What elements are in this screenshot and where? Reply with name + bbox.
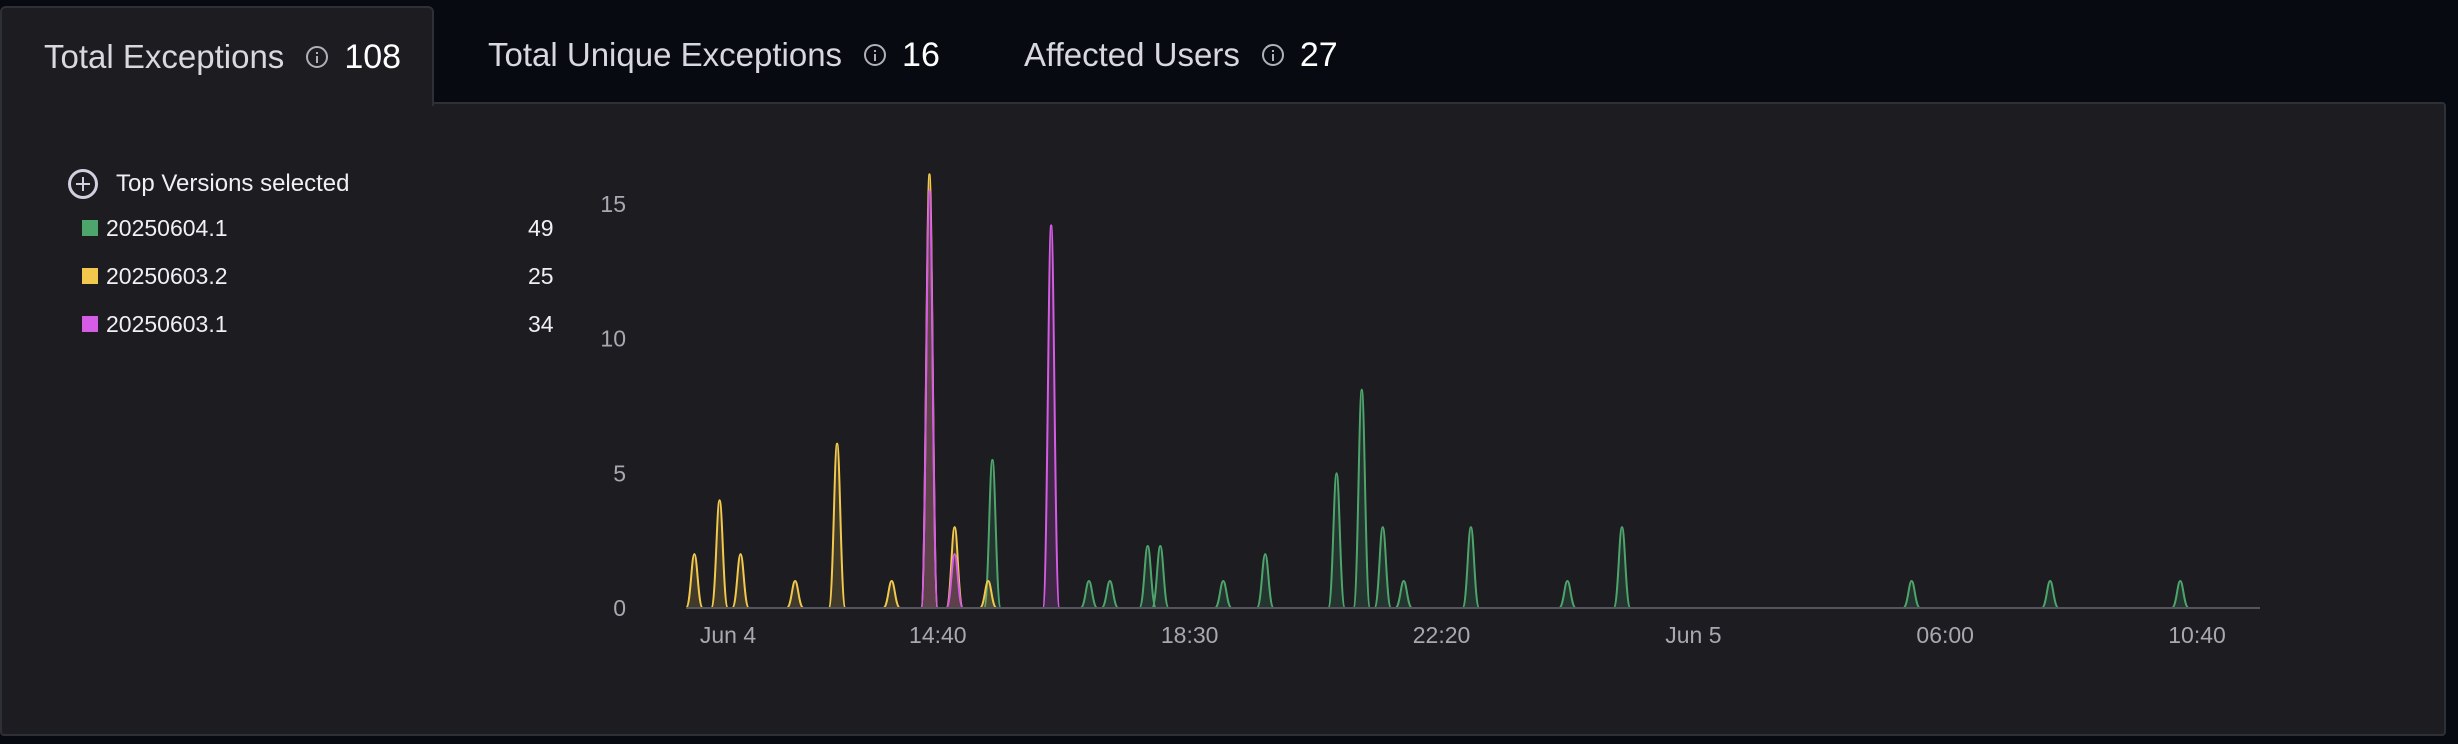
top-versions-selector[interactable]: Top Versions selected [68, 164, 568, 204]
metric-tabs: Total Exceptions 108 Total Unique Except… [0, 0, 2458, 106]
data-point-spike[interactable] [1558, 580, 1577, 609]
data-point-spike[interactable] [1255, 553, 1275, 609]
add-circle-icon[interactable] [68, 169, 98, 199]
tab-value: 16 [902, 35, 940, 74]
tab-total-unique-exceptions[interactable]: Total Unique Exceptions 16 [446, 6, 966, 104]
y-tick-label: 0 [613, 595, 626, 621]
data-point-spike[interactable] [920, 189, 939, 609]
data-point-spike[interactable] [685, 553, 704, 609]
data-point-spike[interactable] [1079, 580, 1098, 609]
data-point-spike[interactable] [1041, 224, 1061, 609]
data-point-spike[interactable] [2171, 580, 2190, 609]
tab-affected-users[interactable]: Affected Users 27 [982, 6, 1402, 104]
data-point-spike[interactable] [1100, 580, 1119, 609]
tab-value: 108 [344, 37, 402, 76]
tab-total-exceptions[interactable]: Total Exceptions 108 [0, 6, 434, 106]
legend-item-count: 49 [528, 214, 554, 241]
data-point-spike[interactable] [2041, 580, 2060, 609]
data-point-spike[interactable] [710, 499, 729, 609]
tab-value: 27 [1299, 35, 1338, 74]
legend-swatch [82, 220, 98, 236]
legend-swatch [82, 268, 98, 284]
y-tick-label: 5 [613, 460, 626, 486]
legend-item-count: 25 [528, 262, 554, 289]
exceptions-area-chart: 0 5 10 15 Jun 4 14:40 18:30 22:20 Jun 5 06:00 10:… [600, 173, 2260, 648]
x-tick-label: 14:40 [909, 622, 967, 648]
legend-item-name: 20250603.1 [106, 310, 228, 337]
data-point-spike[interactable] [1612, 526, 1632, 609]
x-tick-label: 22:20 [1413, 622, 1471, 648]
version-legend: Top Versions selected 20250604.1 49 2025… [68, 164, 568, 348]
data-point-spike[interactable] [1902, 580, 1921, 609]
tab-label: Total Unique Exceptions [488, 36, 843, 73]
data-point-spike[interactable] [1214, 580, 1233, 609]
legend-item[interactable]: 20250604.1 49 [68, 204, 568, 252]
data-point-spike[interactable] [1352, 388, 1372, 609]
info-icon[interactable] [864, 44, 887, 66]
data-point-spike[interactable] [945, 553, 965, 609]
legend-item-count: 34 [528, 310, 554, 337]
series-20250604.1 [983, 388, 2190, 609]
y-axis: 0 5 10 15 [600, 191, 626, 621]
y-tick-label: 15 [600, 191, 626, 217]
data-point-spike[interactable] [1461, 526, 1481, 609]
series-layer [685, 173, 2190, 609]
x-tick-label: 06:00 [1916, 622, 1974, 648]
x-tick-label: Jun 5 [1665, 622, 1721, 648]
legend-heading: Top Versions selected [116, 170, 350, 197]
tab-label: Total Exceptions [44, 38, 285, 75]
legend-item-name: 20250604.1 [106, 214, 228, 241]
data-point-spike[interactable] [731, 553, 750, 609]
data-point-spike[interactable] [1150, 545, 1170, 609]
data-point-spike[interactable] [1327, 472, 1346, 609]
data-point-spike[interactable] [1394, 580, 1413, 609]
x-tick-label: 18:30 [1161, 622, 1219, 648]
legend-item-name: 20250603.2 [106, 262, 228, 289]
data-point-spike[interactable] [786, 580, 805, 609]
x-tick-label: 10:40 [2168, 622, 2226, 648]
data-point-spike[interactable] [1138, 545, 1158, 609]
info-icon[interactable] [1261, 44, 1284, 66]
data-point-spike[interactable] [882, 580, 901, 609]
y-tick-label: 10 [600, 326, 626, 352]
data-point-spike[interactable] [827, 442, 847, 609]
x-axis: Jun 4 14:40 18:30 22:20 Jun 5 06:00 10:40 [700, 622, 2226, 648]
series-20250603.2 [685, 173, 998, 609]
tab-label: Affected Users [1024, 36, 1240, 73]
data-point-spike[interactable] [1373, 526, 1393, 609]
legend-item[interactable]: 20250603.1 34 [68, 300, 568, 348]
info-icon[interactable] [306, 46, 329, 68]
legend-swatch [82, 316, 98, 332]
x-tick-label: Jun 4 [700, 622, 756, 648]
legend-item[interactable]: 20250603.2 25 [68, 252, 568, 300]
